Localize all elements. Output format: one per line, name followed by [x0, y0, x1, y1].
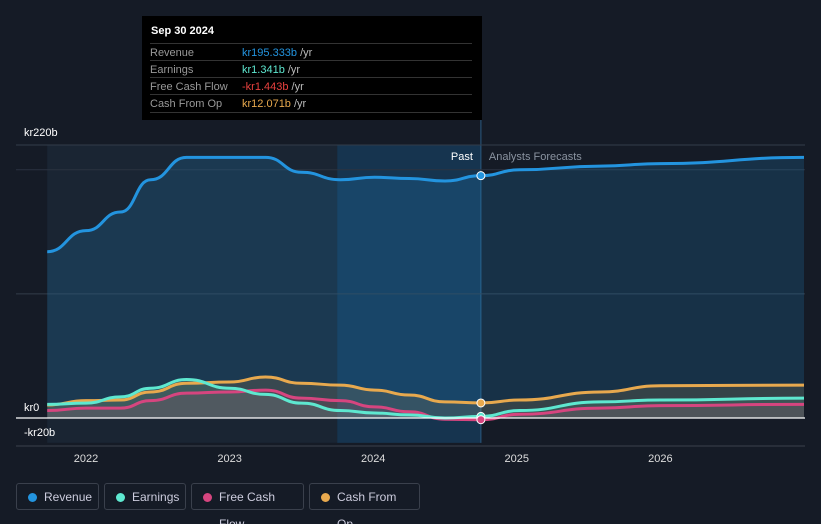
tooltip-label: Free Cash Flow: [150, 81, 228, 93]
chart-container: kr220b kr0 -kr20b 2022 2023 2024 2025 2026 Past A…: [0, 0, 821, 524]
past-label: Past: [451, 151, 473, 163]
x-tick-label: 2024: [361, 453, 385, 465]
tooltip: Sep 30 2024 Revenue kr195.333b /yr Earnin…: [142, 16, 482, 120]
tooltip-label: Cash From Op: [150, 98, 223, 110]
marker-cash-from-op: [476, 398, 486, 408]
tooltip-row-revenue: Revenue kr195.333b /yr: [150, 43, 472, 61]
tooltip-unit: /yr: [297, 47, 313, 59]
y-tick-label: kr0: [24, 402, 39, 414]
x-tick-label: 2022: [74, 453, 98, 465]
tooltip-value: kr12.071b: [242, 98, 291, 110]
marker-free-cash-flow: [476, 415, 486, 425]
tooltip-unit: /yr: [284, 64, 301, 76]
x-tick-label: 2025: [505, 453, 529, 465]
tooltip-row-fcf: Free Cash Flow -kr1.443b /yr: [150, 77, 472, 95]
legend-dot-icon: [28, 493, 37, 502]
area-revenue: [47, 157, 804, 418]
legend-free-cash-flow[interactable]: Free Cash Flow: [191, 483, 304, 524]
legend-cash-from-op[interactable]: Cash From Op: [309, 483, 420, 524]
tooltip-row-earnings: Earnings kr1.341b /yr: [150, 60, 472, 78]
forecast-label: Analysts Forecasts: [489, 151, 582, 163]
legend-earnings[interactable]: Earnings: [104, 483, 186, 510]
tooltip-label: Earnings: [150, 64, 194, 76]
y-tick-label: kr220b: [24, 127, 58, 139]
tooltip-value: -kr1.443b: [242, 81, 289, 93]
tooltip-value: kr1.341b: [242, 64, 285, 76]
legend-dot-icon: [203, 493, 212, 502]
marker-revenue: [476, 171, 486, 181]
legend-revenue[interactable]: Revenue: [16, 483, 99, 510]
tooltip-row-cfo: Cash From Op kr12.071b /yr: [150, 94, 472, 113]
legend-dot-icon: [116, 493, 125, 502]
y-tick-label: -kr20b: [24, 427, 55, 439]
tooltip-unit: /yr: [288, 81, 304, 93]
legend-label: Earnings: [132, 490, 180, 504]
tooltip-unit: /yr: [290, 98, 307, 110]
legend-dot-icon: [321, 493, 330, 502]
legend-label: Revenue: [44, 490, 93, 504]
tooltip-value: kr195.333b: [242, 47, 298, 59]
x-tick-label: 2026: [648, 453, 672, 465]
x-tick-label: 2023: [217, 453, 241, 465]
tooltip-date: Sep 30 2024: [151, 25, 214, 37]
tooltip-label: Revenue: [150, 47, 195, 59]
